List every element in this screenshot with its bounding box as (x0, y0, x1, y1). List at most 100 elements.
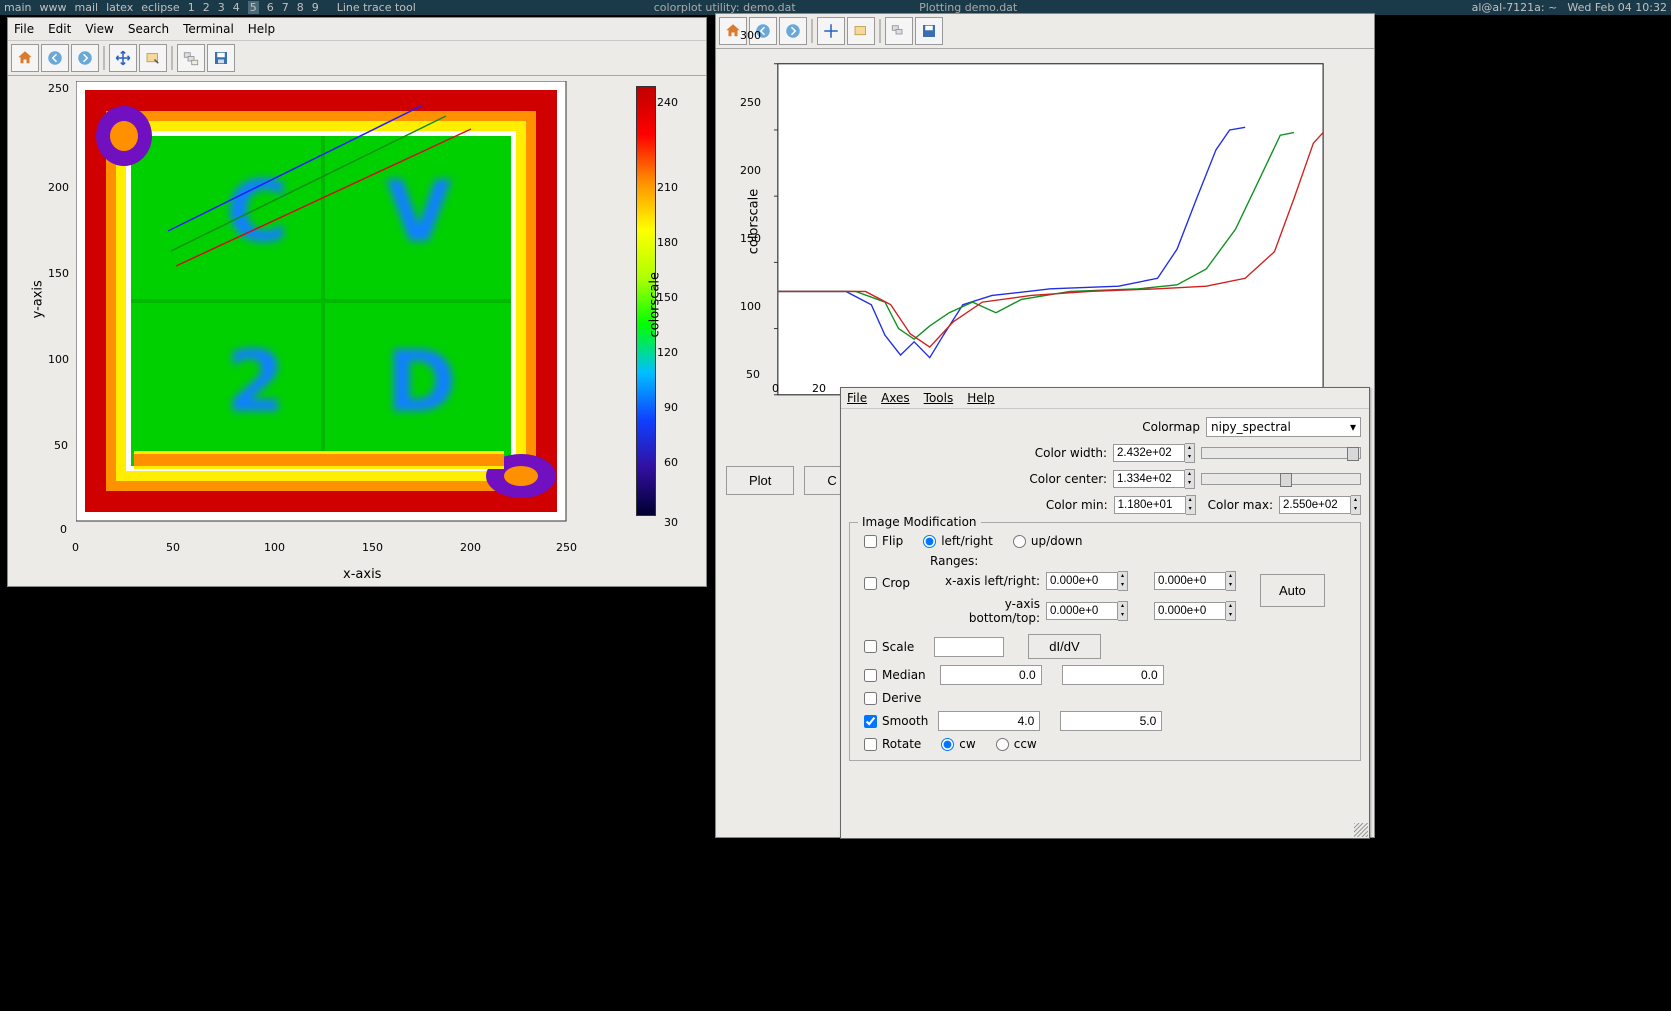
ws-9[interactable]: 9 (312, 1, 319, 14)
xrange-label: x-axis left/right: (930, 574, 1040, 588)
auto-button[interactable]: Auto (1260, 574, 1325, 607)
ws-5[interactable]: 5 (248, 1, 259, 14)
menu-help[interactable]: Help (248, 22, 275, 36)
svg-text:C: C (226, 163, 288, 262)
forward-icon[interactable] (779, 17, 807, 45)
cbtick: 150 (657, 291, 678, 304)
ud-radio[interactable]: up/down (1013, 534, 1083, 548)
y-top-spin[interactable]: ▴▾ (1154, 601, 1236, 621)
group-title: Image Modification (858, 515, 981, 529)
cbtick: 30 (664, 516, 678, 529)
xtick: 250 (556, 541, 577, 554)
heatmap-plot[interactable]: C V 2 D (76, 81, 576, 531)
ws-eclipse[interactable]: eclipse (141, 1, 179, 14)
image-mod-group: Image Modification Flip left/right up/do… (849, 522, 1361, 761)
menu-edit[interactable]: Edit (48, 22, 71, 36)
dlg-menu-axes[interactable]: Axes (881, 391, 910, 405)
color-min-spin[interactable]: ▴▾ (1114, 495, 1196, 515)
svg-text:2: 2 (226, 333, 285, 432)
cbtick: 180 (657, 236, 678, 249)
ccw-radio[interactable]: ccw (996, 737, 1037, 751)
color-max-spin[interactable]: ▴▾ (1279, 495, 1361, 515)
configure-icon[interactable] (885, 17, 913, 45)
configure-icon[interactable] (177, 44, 205, 72)
zoom-icon[interactable] (139, 44, 167, 72)
median-input-2[interactable] (1062, 665, 1164, 685)
color-min-label: Color min: (1046, 498, 1108, 512)
line-chart[interactable] (726, 54, 1336, 424)
didv-button[interactable]: dI/dV (1028, 634, 1100, 659)
xtick: 50 (166, 541, 180, 554)
ytick: 50 (54, 439, 68, 452)
ws-4[interactable]: 4 (233, 1, 240, 14)
plot-button[interactable]: Plot (726, 466, 794, 495)
home-icon[interactable] (11, 44, 39, 72)
left-toolbar (8, 41, 706, 76)
derive-check[interactable]: Derive (864, 691, 921, 705)
forward-icon[interactable] (71, 44, 99, 72)
rotate-check[interactable]: Rotate (864, 737, 921, 751)
ws-6[interactable]: 6 (267, 1, 274, 14)
lr-radio[interactable]: left/right (923, 534, 993, 548)
color-width-spin[interactable]: ▴▾ (1113, 443, 1195, 463)
x-left-spin[interactable]: ▴▾ (1046, 571, 1128, 591)
heatmap-area: y-axis x-axis C V 2 D (8, 76, 706, 584)
dlg-menu-file[interactable]: File (847, 391, 867, 405)
colormap-combo[interactable]: nipy_spectral▾ (1206, 417, 1361, 437)
median-input-1[interactable] (940, 665, 1042, 685)
smooth-input-2[interactable] (1060, 711, 1162, 731)
crop-check[interactable]: Crop (864, 576, 910, 590)
smooth-check[interactable]: Smooth (864, 714, 928, 728)
ytick: 100 (48, 353, 69, 366)
zoom-icon[interactable] (847, 17, 875, 45)
move-icon[interactable] (109, 44, 137, 72)
dlg-menu-help[interactable]: Help (967, 391, 994, 405)
yrange-label: y-axis bottom/top: (930, 597, 1040, 625)
ws-7[interactable]: 7 (282, 1, 289, 14)
secondary-button[interactable]: C (804, 466, 843, 495)
color-width-slider[interactable] (1201, 447, 1361, 459)
color-center-label: Color center: (927, 472, 1107, 486)
scale-check[interactable]: Scale (864, 640, 914, 654)
ws-2[interactable]: 2 (203, 1, 210, 14)
color-center-spin[interactable]: ▴▾ (1113, 469, 1195, 489)
smooth-input-1[interactable] (938, 711, 1040, 731)
cw-radio[interactable]: cw (941, 737, 975, 751)
ws-main[interactable]: main (4, 1, 31, 14)
color-center-slider[interactable] (1201, 473, 1361, 485)
xtick: 0 (72, 541, 79, 554)
median-check[interactable]: Median (864, 668, 926, 682)
resize-grip-icon[interactable] (1354, 823, 1368, 837)
flip-check[interactable]: Flip (864, 534, 903, 548)
cbtick: 210 (657, 181, 678, 194)
ws-8[interactable]: 8 (297, 1, 304, 14)
save-icon[interactable] (915, 17, 943, 45)
y-bottom-spin[interactable]: ▴▾ (1046, 601, 1128, 621)
move-icon[interactable] (817, 17, 845, 45)
x-right-spin[interactable]: ▴▾ (1154, 571, 1236, 591)
ws-3[interactable]: 3 (218, 1, 225, 14)
color-width-label: Color width: (927, 446, 1107, 460)
right-toolbar (716, 14, 1374, 49)
settings-dialog: File Axes Tools Help Colormap nipy_spect… (840, 387, 1370, 839)
scale-input[interactable] (934, 637, 1004, 657)
ws-latex[interactable]: latex (106, 1, 133, 14)
ytick: 200 (48, 181, 69, 194)
ytick: 200 (740, 164, 761, 177)
ws-1[interactable]: 1 (188, 1, 195, 14)
cbtick: 60 (664, 456, 678, 469)
tool-hint: Line trace tool (337, 1, 416, 14)
menu-search[interactable]: Search (128, 22, 169, 36)
cbtick: 90 (664, 401, 678, 414)
menu-file[interactable]: File (14, 22, 34, 36)
host-label: al@al-7121a: ~ (1472, 1, 1558, 14)
save-icon[interactable] (207, 44, 235, 72)
menu-view[interactable]: View (85, 22, 113, 36)
taskbar-left: main www mail latex eclipse 1 2 3 4 5 6 … (4, 1, 416, 14)
dlg-menu-tools[interactable]: Tools (924, 391, 954, 405)
menu-terminal[interactable]: Terminal (183, 22, 234, 36)
ws-www[interactable]: www (39, 1, 66, 14)
ytick: 50 (746, 368, 760, 381)
ws-mail[interactable]: mail (74, 1, 98, 14)
back-icon[interactable] (41, 44, 69, 72)
